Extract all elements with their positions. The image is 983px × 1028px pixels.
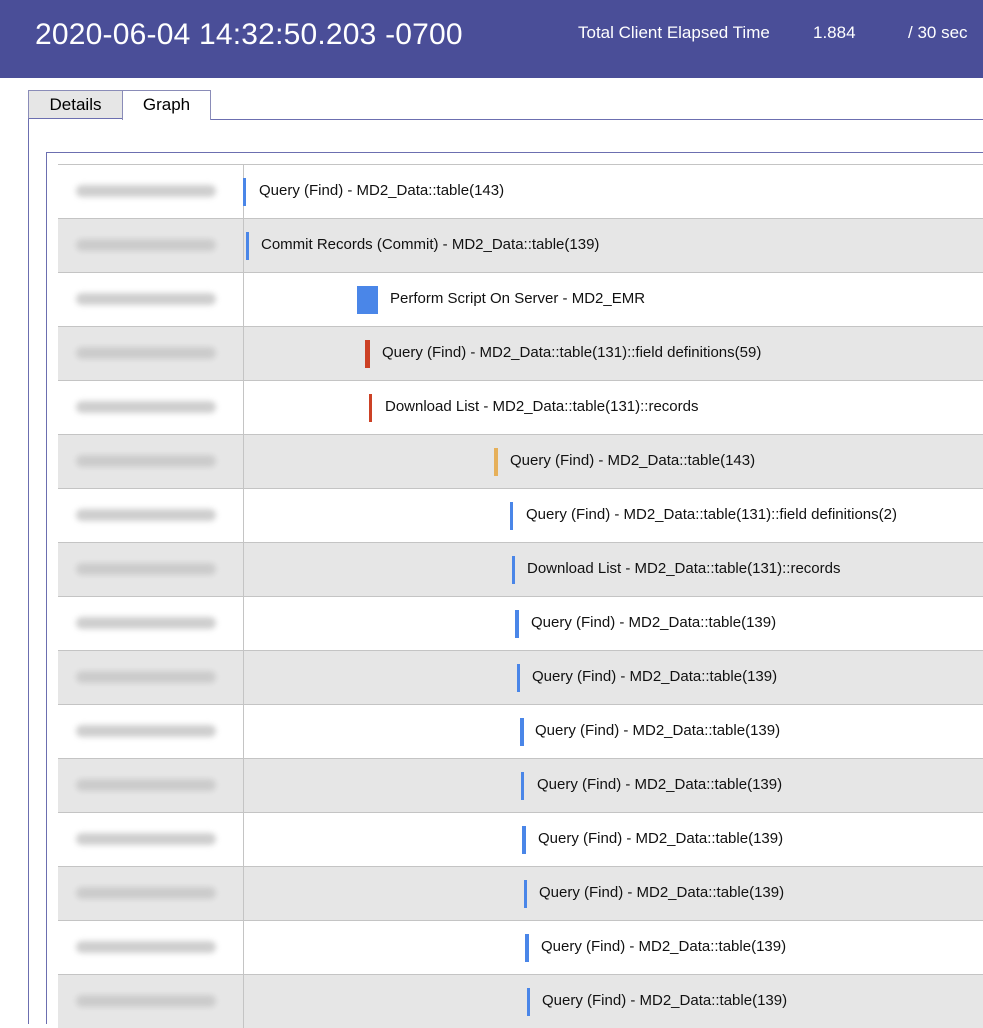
timeline-row[interactable]: Query (Find) - MD2_Data::table(143) xyxy=(58,434,983,488)
redacted-account-name xyxy=(76,293,216,305)
timeline-row[interactable]: Query (Find) - MD2_Data::table(139) xyxy=(58,758,983,812)
timeline-row[interactable]: Commit Records (Commit) - MD2_Data::tabl… xyxy=(58,218,983,272)
header-bar: 2020-06-04 14:32:50.203 -0700 Total Clie… xyxy=(0,0,983,78)
timeline-bar[interactable] xyxy=(517,664,520,692)
tab-panel-border-left xyxy=(28,119,29,1024)
operation-label: Query (Find) - MD2_Data::table(139) xyxy=(537,776,783,793)
row-account-cell xyxy=(58,543,244,596)
timeline-row[interactable]: Query (Find) - MD2_Data::table(139) xyxy=(58,812,983,866)
timeline-row[interactable]: Query (Find) - MD2_Data::table(139) xyxy=(58,920,983,974)
redacted-account-name xyxy=(76,833,216,845)
timeline-row[interactable]: Query (Find) - MD2_Data::table(139) xyxy=(58,974,983,1028)
redacted-account-name xyxy=(76,455,216,467)
timeline-row[interactable]: Query (Find) - MD2_Data::table(139) xyxy=(58,596,983,650)
elapsed-time-value: 1.884 xyxy=(813,23,856,42)
redacted-account-name xyxy=(76,779,216,791)
row-account-cell xyxy=(58,867,244,920)
timeline-bar[interactable] xyxy=(365,340,370,368)
redacted-account-name xyxy=(76,887,216,899)
tab-graph[interactable]: Graph xyxy=(122,90,211,120)
timeline-row[interactable]: Download List - MD2_Data::table(131)::re… xyxy=(58,542,983,596)
operation-label: Query (Find) - MD2_Data::table(139) xyxy=(538,830,784,847)
timeline-row[interactable]: Query (Find) - MD2_Data::table(143) xyxy=(58,164,983,218)
redacted-account-name xyxy=(76,401,216,413)
redacted-account-name xyxy=(76,671,216,683)
row-account-cell xyxy=(58,489,244,542)
operation-label: Query (Find) - MD2_Data::table(139) xyxy=(535,722,781,739)
redacted-account-name xyxy=(76,941,216,953)
timeline-row[interactable]: Perform Script On Server - MD2_EMR xyxy=(58,272,983,326)
row-account-cell xyxy=(58,921,244,974)
timeline-bar[interactable] xyxy=(520,718,524,746)
timeline-bar[interactable] xyxy=(246,232,249,260)
elapsed-time-limit: / 30 sec xyxy=(908,23,968,42)
redacted-account-name xyxy=(76,725,216,737)
timeline-bar[interactable] xyxy=(521,772,524,800)
row-account-cell xyxy=(58,597,244,650)
row-account-cell xyxy=(58,813,244,866)
timeline-row[interactable]: Query (Find) - MD2_Data::table(131)::fie… xyxy=(58,488,983,542)
operation-label: Download List - MD2_Data::table(131)::re… xyxy=(527,560,841,577)
timeline-bar[interactable] xyxy=(527,988,530,1016)
operation-label: Query (Find) - MD2_Data::table(139) xyxy=(539,884,785,901)
operation-label: Query (Find) - MD2_Data::table(139) xyxy=(542,992,788,1009)
row-account-cell xyxy=(58,219,244,272)
operation-label: Download List - MD2_Data::table(131)::re… xyxy=(385,398,699,415)
row-account-cell xyxy=(58,381,244,434)
row-account-cell xyxy=(58,975,244,1028)
redacted-account-name xyxy=(76,239,216,251)
row-account-cell xyxy=(58,165,244,218)
tab-details[interactable]: Details xyxy=(28,90,123,119)
timeline-bar[interactable] xyxy=(357,286,378,314)
row-account-cell xyxy=(58,651,244,704)
timeline-row[interactable]: Query (Find) - MD2_Data::table(131)::fie… xyxy=(58,326,983,380)
timeline-bar[interactable] xyxy=(512,556,515,584)
operation-label: Query (Find) - MD2_Data::table(131)::fie… xyxy=(526,506,897,523)
timeline-bar[interactable] xyxy=(515,610,519,638)
row-account-cell xyxy=(58,705,244,758)
request-timestamp: 2020-06-04 14:32:50.203 -0700 xyxy=(35,18,463,51)
timeline-row[interactable]: Download List - MD2_Data::table(131)::re… xyxy=(58,380,983,434)
timeline-row[interactable]: Query (Find) - MD2_Data::table(139) xyxy=(58,704,983,758)
operation-label: Commit Records (Commit) - MD2_Data::tabl… xyxy=(261,236,600,253)
timeline-bar[interactable] xyxy=(243,178,246,206)
redacted-account-name xyxy=(76,995,216,1007)
operation-label: Query (Find) - MD2_Data::table(131)::fie… xyxy=(382,344,762,361)
tab-panel-border-top xyxy=(210,119,983,120)
timeline-row[interactable]: Query (Find) - MD2_Data::table(139) xyxy=(58,650,983,704)
elapsed-time-label: Total Client Elapsed Time xyxy=(578,23,770,42)
operation-label: Query (Find) - MD2_Data::table(139) xyxy=(531,614,777,631)
operation-label: Query (Find) - MD2_Data::table(143) xyxy=(259,182,505,199)
timeline-bar[interactable] xyxy=(494,448,498,476)
operation-label: Query (Find) - MD2_Data::table(139) xyxy=(532,668,778,685)
redacted-account-name xyxy=(76,185,216,197)
row-account-cell xyxy=(58,273,244,326)
redacted-account-name xyxy=(76,563,216,575)
redacted-account-name xyxy=(76,347,216,359)
operation-label: Query (Find) - MD2_Data::table(143) xyxy=(510,452,756,469)
operation-label: Perform Script On Server - MD2_EMR xyxy=(390,290,646,307)
row-account-cell xyxy=(58,327,244,380)
row-account-cell xyxy=(58,435,244,488)
timeline-row[interactable]: Query (Find) - MD2_Data::table(139) xyxy=(58,866,983,920)
redacted-account-name xyxy=(76,509,216,521)
timeline-bar[interactable] xyxy=(522,826,526,854)
timeline-bar[interactable] xyxy=(510,502,513,530)
timeline-bar[interactable] xyxy=(524,880,527,908)
row-account-cell xyxy=(58,759,244,812)
operation-label: Query (Find) - MD2_Data::table(139) xyxy=(541,938,787,955)
timeline-bar[interactable] xyxy=(525,934,529,962)
redacted-account-name xyxy=(76,617,216,629)
timeline-bar[interactable] xyxy=(369,394,372,422)
